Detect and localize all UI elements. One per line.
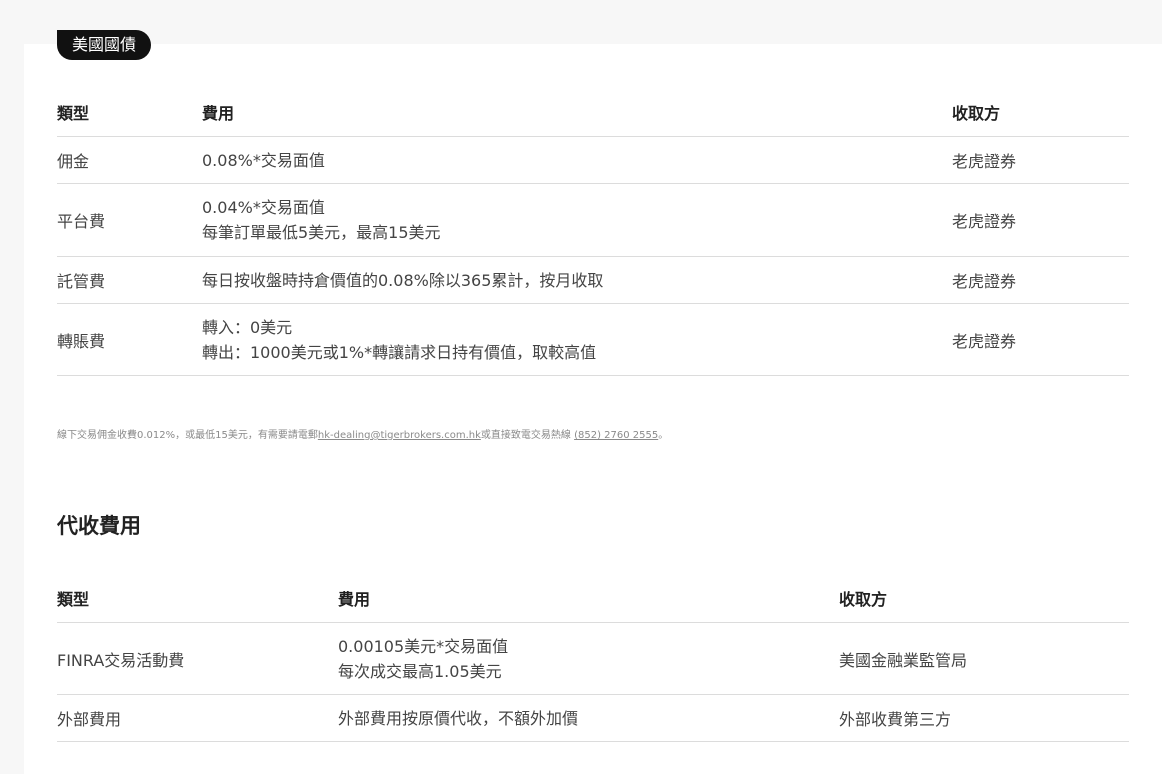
row-collector: 老虎證券 [952,272,1017,291]
table-header-row: 類型 費用 收取方 [57,574,1129,623]
footnote-prefix: 線下交易佣金收費0.012%，或最低15美元，有需要請電郵 [57,430,318,441]
email-link[interactable]: hk-dealing@tigerbrokers.com.hk [318,430,481,441]
row-type: 平台費 [57,212,106,231]
header-collector: 收取方 [952,104,1001,123]
row-type: 佣金 [57,152,90,171]
row-fee: 外部費用按原價代收，不額外加價 [338,708,579,728]
table-row: 外部費用 外部費用按原價代收，不額外加價 外部收費第三方 [57,695,1129,742]
table-row: 平台費 0.04%*交易面值 每筆訂單最低5美元，最高15美元 老虎證券 [57,184,1129,257]
row-fee: 0.04%*交易面值 每筆訂單最低5美元，最高15美元 [202,198,441,242]
footnote: 線下交易佣金收費0.012%，或最低15美元，有需要請電郵hk-dealing@… [57,426,668,441]
row-collector: 外部收費第三方 [839,710,952,729]
row-type: 託管費 [57,272,106,291]
table-row: FINRA交易活動費 0.00105美元*交易面值 每次成交最高1.05美元 美… [57,623,1129,695]
row-fee: 每日按收盤時持倉價值的0.08%除以365累計，按月收取 [202,270,604,290]
header-fee: 費用 [338,590,371,609]
row-collector: 老虎證券 [952,152,1017,171]
header-fee: 費用 [202,104,235,123]
row-type: 外部費用 [57,710,122,729]
table-header-row: 類型 費用 收取方 [57,88,1129,137]
header-type: 類型 [57,590,90,609]
row-fee: 轉入：0美元 轉出：1000美元或1%*轉讓請求日持有價值，取較高值 [202,317,597,362]
row-fee: 0.00105美元*交易面值 每次成交最高1.05美元 [338,636,509,681]
row-type: FINRA交易活動費 [57,650,185,670]
footnote-middle: 或直接致電交易熱線 [480,430,575,441]
header-type: 類型 [57,104,90,123]
table-row: 轉賬費 轉入：0美元 轉出：1000美元或1%*轉讓請求日持有價值，取較高值 老… [57,304,1129,376]
section-badge: 美國國債 [57,30,152,60]
section-title: 代收費用 [57,514,141,538]
table-row: 佣金 0.08%*交易面值 老虎證券 [57,137,1129,184]
row-collector: 老虎證券 [952,331,1017,351]
row-collector: 老虎證券 [952,212,1017,231]
row-fee: 0.08%*交易面值 [202,150,325,170]
table-row: 託管費 每日按收盤時持倉價值的0.08%除以365累計，按月收取 老虎證券 [57,257,1129,304]
row-type: 轉賬費 [57,331,106,351]
phone-link[interactable]: (852) 2760 2555 [574,430,658,441]
header-collector: 收取方 [839,590,888,609]
footnote-suffix: 。 [658,430,669,441]
row-collector: 美國金融業監管局 [839,650,968,670]
